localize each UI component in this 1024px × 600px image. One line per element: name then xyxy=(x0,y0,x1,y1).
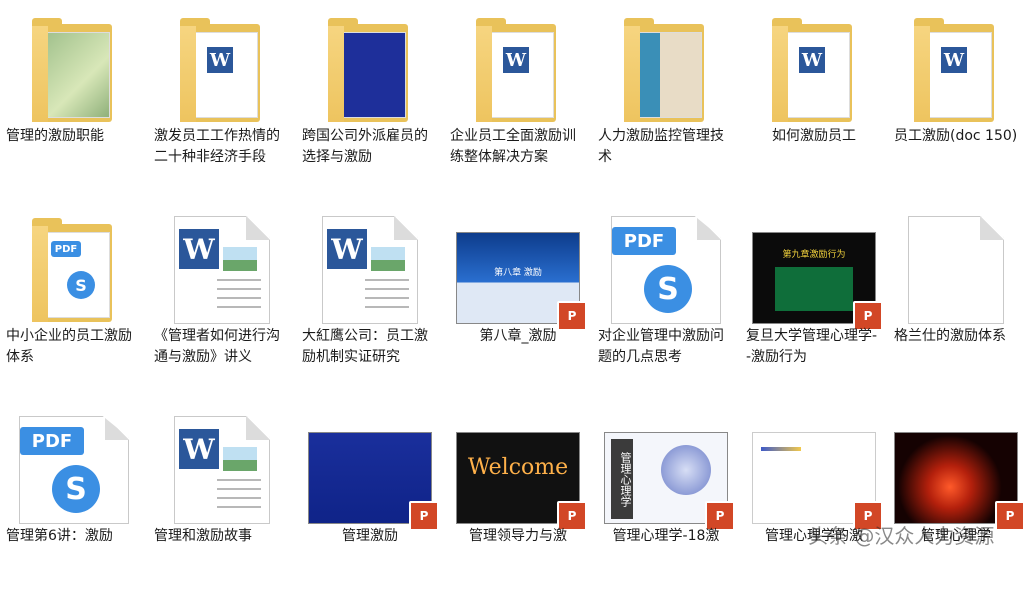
file-item[interactable]: P 管理激励 xyxy=(296,400,444,600)
file-item[interactable]: 管理的激励职能 xyxy=(0,0,148,200)
file-item[interactable]: PDF S 中小企业的员工激励体系 xyxy=(0,200,148,400)
file-label: 人力激励监控管理技术 xyxy=(598,128,724,165)
word-document-icon: W xyxy=(148,404,296,524)
powerpoint-icon: 管理心理学 P xyxy=(592,404,740,531)
folder-icon: W xyxy=(888,4,1024,124)
file-item[interactable]: 人力激励监控管理技术 xyxy=(592,0,740,200)
blank-file-icon xyxy=(888,204,1024,324)
file-item[interactable]: Welcome P 管理领导力与激 xyxy=(444,400,592,600)
word-document-icon: W xyxy=(296,204,444,324)
powerpoint-icon: Welcome P xyxy=(444,404,592,531)
file-label: 企业员工全面激励训练整体解决方案 xyxy=(450,128,576,165)
file-item[interactable]: W 大紅鹰公司：员工激励机制实证研究 xyxy=(296,200,444,400)
powerpoint-icon: P xyxy=(740,404,888,531)
file-label: 《管理者如何进行沟通与激励》讲义 xyxy=(154,328,280,365)
file-grid: 管理的激励职能 W 激发员工工作热情的二十种非经济手段 跨国公司外派雇员的选择与… xyxy=(0,0,1024,552)
file-item[interactable]: PDF S 管理第6讲：激励 xyxy=(0,400,148,600)
folder-icon xyxy=(296,4,444,124)
file-item[interactable]: P 管理心理学的激 xyxy=(740,400,888,600)
file-item[interactable]: 跨国公司外派雇员的选择与激励 xyxy=(296,0,444,200)
word-document-icon: W xyxy=(148,204,296,324)
file-item[interactable]: 管理心理学 P 管理心理学-18激 xyxy=(592,400,740,600)
folder-icon xyxy=(0,4,148,124)
folder-icon: PDF S xyxy=(0,204,148,324)
file-item[interactable]: PDF S 对企业管理中激励问题的几点思考 xyxy=(592,200,740,400)
file-item[interactable]: 第九章激励行为 P 复旦大学管理心理学--激励行为 xyxy=(740,200,888,400)
file-label: 对企业管理中激励问题的几点思考 xyxy=(598,328,724,365)
file-label: 管理和激励故事 xyxy=(154,528,252,544)
file-label: 第八章_激励 xyxy=(479,328,557,344)
powerpoint-icon: 第八章 激励 P xyxy=(444,204,592,331)
file-label: 中小企业的员工激励体系 xyxy=(6,328,132,365)
folder-icon: W xyxy=(444,4,592,124)
powerpoint-icon: P xyxy=(296,404,444,531)
file-label: 大紅鹰公司：员工激励机制实证研究 xyxy=(302,328,428,365)
file-label: 管理的激励职能 xyxy=(6,128,104,144)
file-label: 如何激励员工 xyxy=(772,128,856,144)
watermark: 头条 @汉众人力资源 xyxy=(808,524,995,548)
file-item[interactable]: W 激发员工工作热情的二十种非经济手段 xyxy=(148,0,296,200)
file-label: 管理第6讲：激励 xyxy=(6,528,113,544)
file-label: 管理领导力与激 xyxy=(469,528,567,544)
file-item[interactable]: W 企业员工全面激励训练整体解决方案 xyxy=(444,0,592,200)
file-label: 员工激励(doc 150) xyxy=(894,128,1018,144)
folder-icon: W xyxy=(148,4,296,124)
file-item[interactable]: W 管理和激励故事 xyxy=(148,400,296,600)
file-label: 激发员工工作热情的二十种非经济手段 xyxy=(154,128,280,165)
pdf-icon: PDF S xyxy=(592,204,740,324)
folder-icon: W xyxy=(740,4,888,124)
folder-icon xyxy=(592,4,740,124)
file-item[interactable]: W 如何激励员工 xyxy=(740,0,888,200)
file-item[interactable]: W 员工激励(doc 150) xyxy=(888,0,1024,200)
file-label: 复旦大学管理心理学--激励行为 xyxy=(746,328,878,365)
file-item[interactable]: 格兰仕的激励体系 xyxy=(888,200,1024,400)
pdf-icon: PDF S xyxy=(0,404,148,524)
file-label: 管理激励 xyxy=(342,528,398,544)
file-item[interactable]: W 《管理者如何进行沟通与激励》讲义 xyxy=(148,200,296,400)
file-label: 跨国公司外派雇员的选择与激励 xyxy=(302,128,428,165)
file-item[interactable]: 第八章 激励 P 第八章_激励 xyxy=(444,200,592,400)
powerpoint-icon: 第九章激励行为 P xyxy=(740,204,888,331)
file-label: 管理心理学-18激 xyxy=(612,528,720,544)
file-item[interactable]: P 管理心理学 xyxy=(888,400,1024,600)
file-label: 格兰仕的激励体系 xyxy=(894,328,1006,344)
powerpoint-icon: P xyxy=(888,404,1024,531)
